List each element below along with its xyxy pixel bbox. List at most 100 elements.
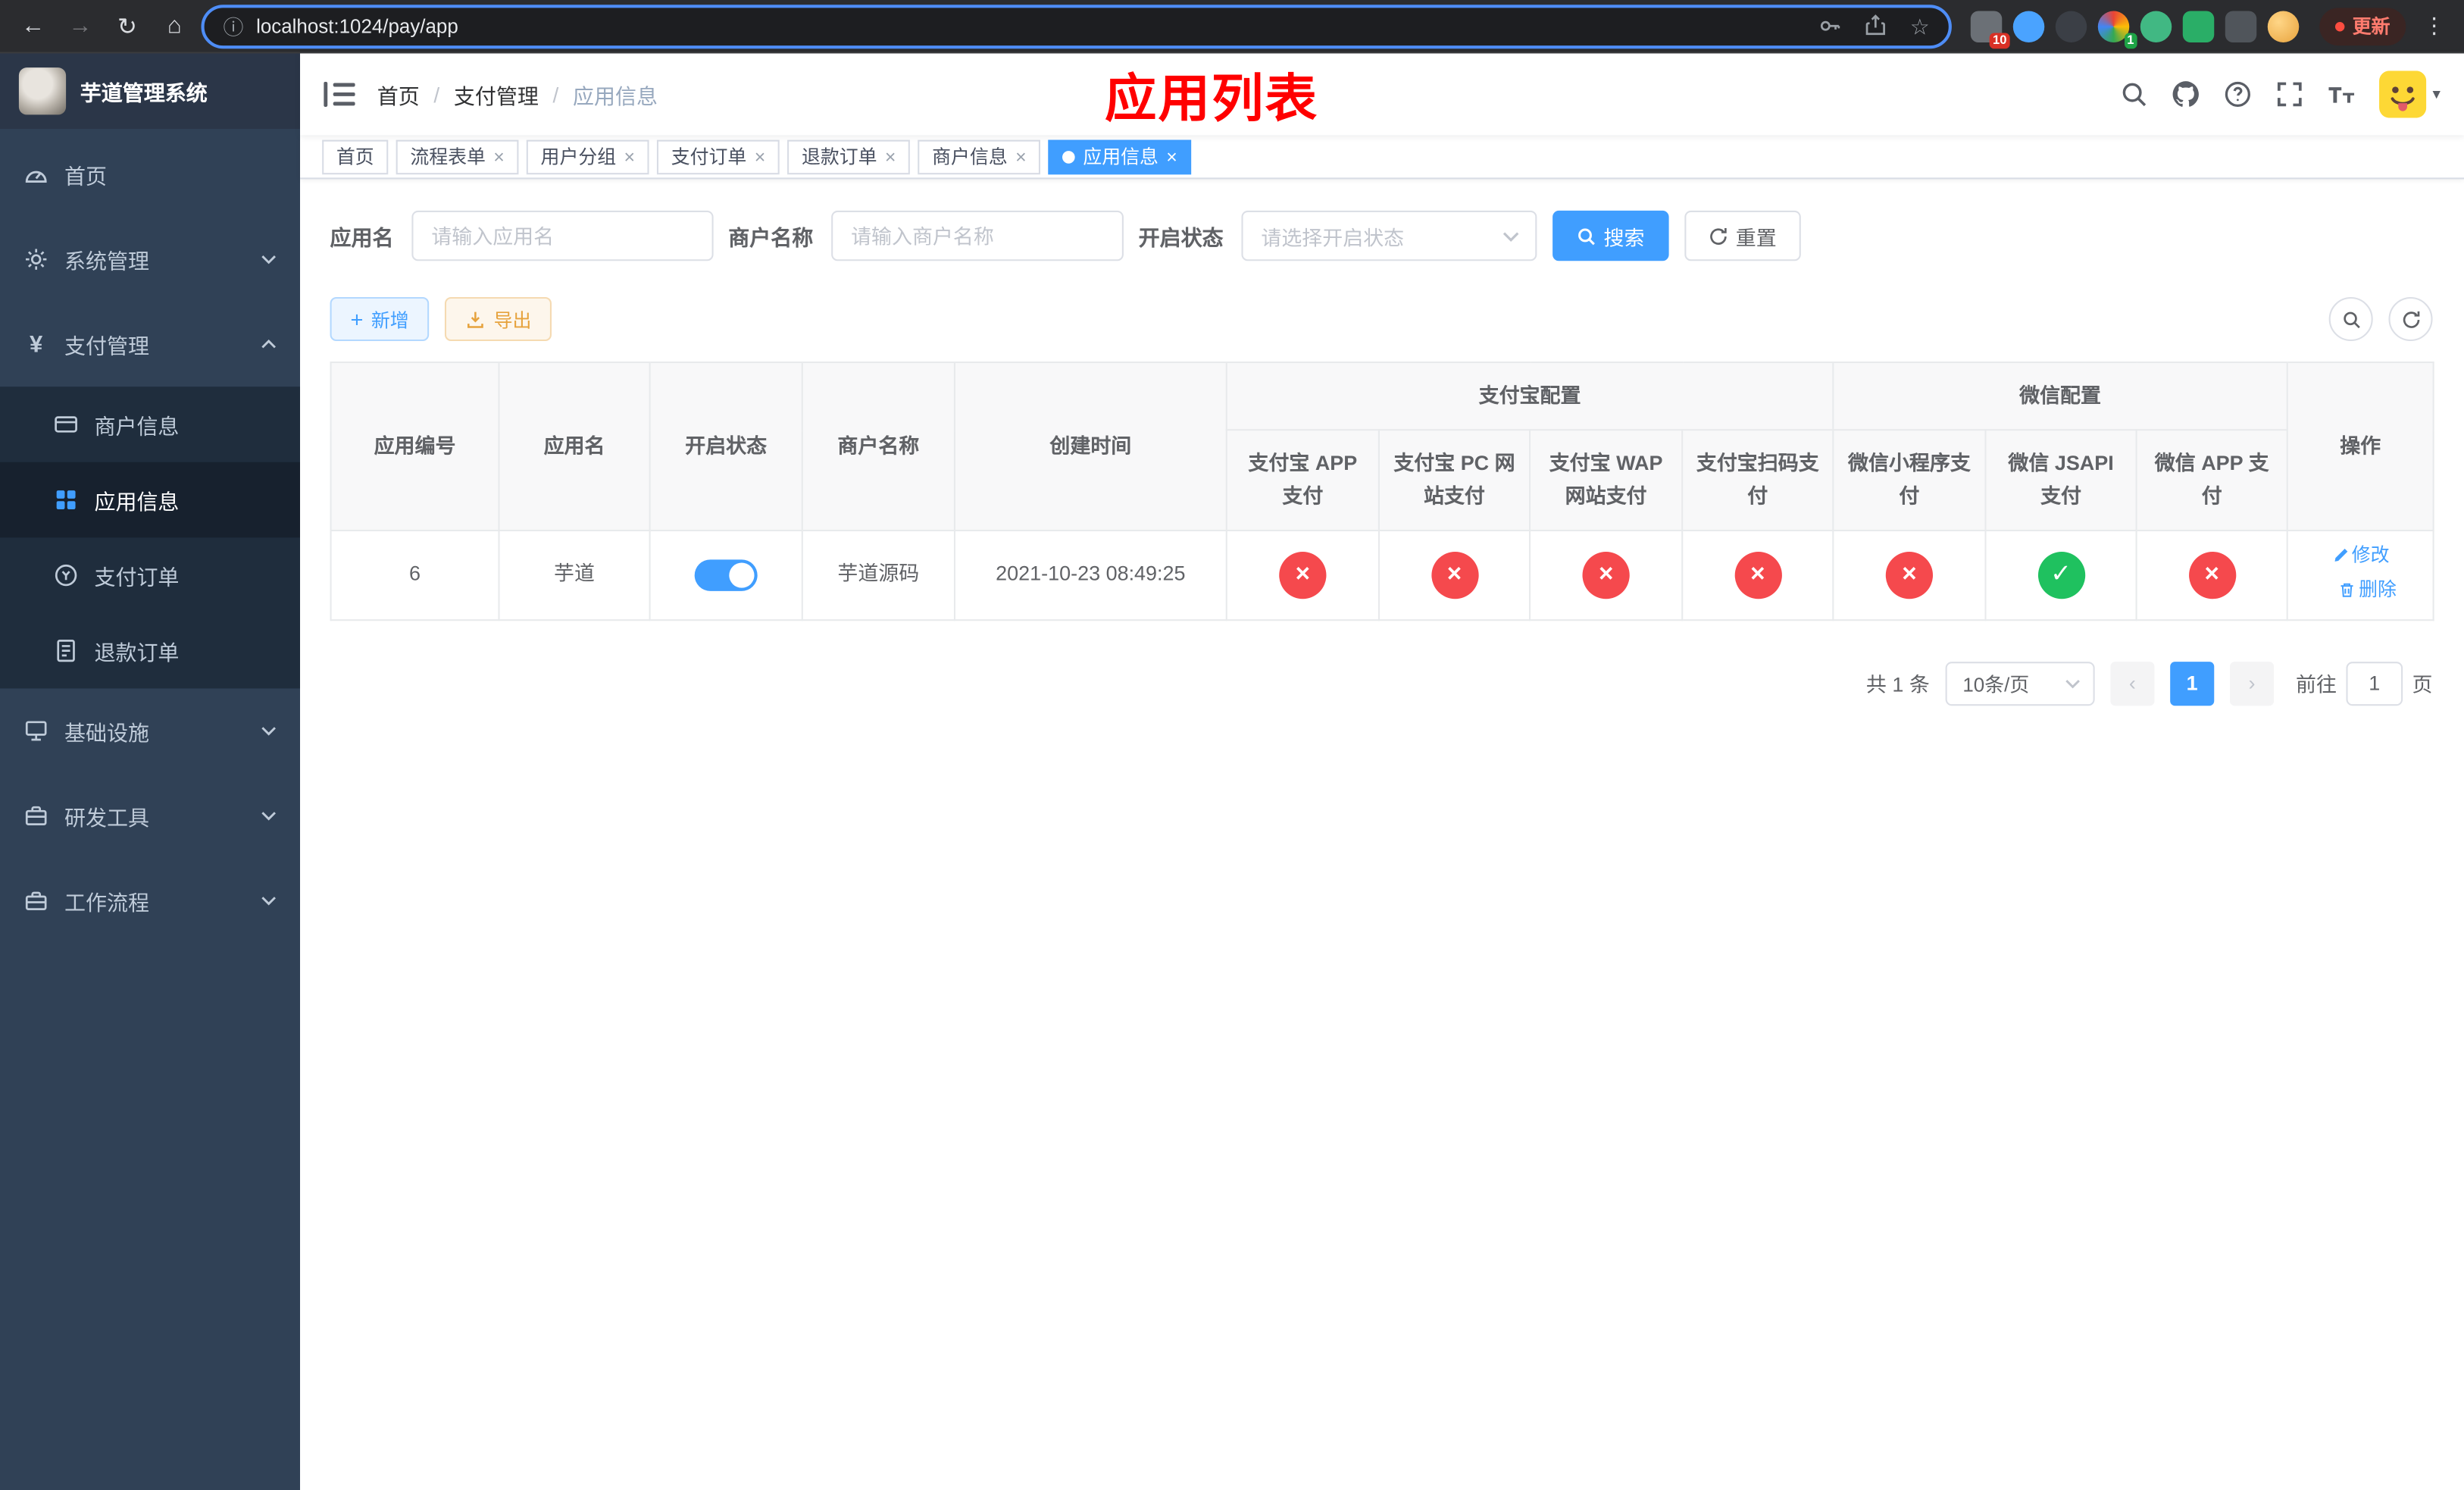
refresh-table-button[interactable] xyxy=(2388,296,2433,342)
breadcrumb-home[interactable]: 首页 xyxy=(377,79,420,110)
sidebar-item-app-info[interactable]: 应用信息 xyxy=(0,462,301,538)
sidebar-item-payment[interactable]: ¥ 支付管理 xyxy=(0,302,300,387)
sidebar-item-workflow[interactable]: 工作流程 xyxy=(0,858,300,943)
browser-profile-avatar[interactable] xyxy=(2267,10,2300,42)
browser-reload-icon[interactable]: ↻ xyxy=(107,5,148,46)
col-alipay-app: 支付宝 APP 支付 xyxy=(1225,429,1380,532)
delete-link[interactable]: 删除 xyxy=(2338,575,2397,606)
sidebar-item-home[interactable]: 首页 xyxy=(0,132,300,217)
sidebar-item-merchant-info[interactable]: 商户信息 xyxy=(0,387,300,462)
tab-pay-order[interactable]: 支付订单 × xyxy=(657,139,780,174)
tab-close-icon[interactable]: × xyxy=(885,147,896,166)
search-icon[interactable] xyxy=(2120,80,2148,108)
app-name-input[interactable] xyxy=(411,210,713,261)
navbar-tools: ▾ xyxy=(2120,70,2441,118)
goto-unit: 页 xyxy=(2412,673,2433,697)
status-select-placeholder: 请选择开启状态 xyxy=(1261,225,1405,249)
sidebar-item-dev-tools[interactable]: 研发工具 xyxy=(0,773,300,858)
export-button[interactable]: 导出 xyxy=(445,296,552,342)
sidebar-item-pay-order[interactable]: 支付订单 xyxy=(0,537,300,613)
col-status: 开启状态 xyxy=(649,362,803,532)
browser-menu-icon[interactable]: ⋮ xyxy=(2417,13,2452,39)
update-dot-icon xyxy=(2334,20,2345,31)
goto-label: 前往 xyxy=(2296,673,2337,697)
status-label: 开启状态 xyxy=(1138,226,1224,250)
extension-icon-3[interactable] xyxy=(2055,10,2087,42)
browser-update-button[interactable]: 更新 xyxy=(2319,7,2406,45)
sidebar-fold-icon[interactable] xyxy=(324,81,355,108)
merchant-name-input[interactable] xyxy=(830,210,1123,261)
tab-close-icon[interactable]: × xyxy=(624,147,636,166)
site-info-icon[interactable]: ⓘ xyxy=(224,11,244,41)
goto-page-input[interactable] xyxy=(2346,661,2403,706)
chevron-down-icon xyxy=(261,897,276,906)
extension-icon-7[interactable] xyxy=(2225,10,2257,42)
fullscreen-icon[interactable] xyxy=(2275,80,2303,108)
tab-close-icon[interactable]: × xyxy=(755,147,766,166)
plus-icon: + xyxy=(350,306,364,332)
tab-home[interactable]: 首页 xyxy=(322,139,389,174)
browser-home-icon[interactable]: ⌂ xyxy=(154,5,195,46)
user-menu[interactable]: ▾ xyxy=(2378,70,2441,118)
github-icon[interactable] xyxy=(2172,80,2200,108)
col-app-id: 应用编号 xyxy=(330,362,500,532)
share-icon[interactable] xyxy=(1865,14,1888,38)
cell-merchant-name: 芋道源码 xyxy=(801,529,955,621)
col-group-alipay: 支付宝配置 xyxy=(1225,362,1834,431)
bookmark-star-icon[interactable]: ☆ xyxy=(1910,15,1930,37)
browser-back-icon[interactable]: ← xyxy=(13,5,54,46)
tab-close-icon[interactable]: × xyxy=(1015,147,1027,166)
reset-button[interactable]: 重置 xyxy=(1684,210,1800,261)
tab-refund-order[interactable]: 退款订单 × xyxy=(787,139,911,174)
edit-link[interactable]: 修改 xyxy=(2331,540,2390,571)
extension-icon-5[interactable] xyxy=(2140,10,2172,42)
app-title: 芋道管理系统 xyxy=(80,81,208,105)
page-title-annotation: 应用列表 xyxy=(1105,69,1319,127)
password-key-icon[interactable] xyxy=(1818,14,1842,38)
sidebar-item-infrastructure[interactable]: 基础设施 xyxy=(0,688,300,773)
extension-badge: 10 xyxy=(1989,32,2010,49)
alipay-scan-status-icon: × xyxy=(1734,551,1781,599)
sidebar-item-system[interactable]: 系统管理 xyxy=(0,217,300,302)
page-size-select[interactable]: 10条/页 xyxy=(1945,661,2095,706)
alipay-app-status-icon: × xyxy=(1279,551,1327,599)
font-size-icon[interactable] xyxy=(2328,80,2356,108)
tab-user-group[interactable]: 用户分组 × xyxy=(526,139,649,174)
prev-page-button[interactable]: ‹ xyxy=(2110,661,2155,706)
extension-icon-6[interactable] xyxy=(2182,10,2215,42)
search-button[interactable]: 搜索 xyxy=(1552,210,1668,261)
infrastructure-icon xyxy=(25,721,47,741)
app-logo-row[interactable]: 芋道管理系统 xyxy=(0,53,301,130)
tab-merchant-info[interactable]: 商户信息 × xyxy=(918,139,1041,174)
status-select[interactable]: 请选择开启状态 xyxy=(1240,210,1537,261)
cell-create-time: 2021-10-23 08:49:25 xyxy=(953,529,1227,621)
merchant-name-label: 商户名称 xyxy=(728,226,814,250)
tab-app-info[interactable]: 应用信息 × xyxy=(1048,139,1192,174)
help-icon[interactable] xyxy=(2224,80,2252,108)
tab-close-icon[interactable]: × xyxy=(1166,147,1177,166)
browser-address-bar[interactable]: ⓘ localhost:1024/pay/app ☆ xyxy=(201,4,1952,49)
chevron-down-icon xyxy=(261,255,276,265)
caret-down-icon: ▾ xyxy=(2432,86,2441,103)
sidebar-item-refund-order[interactable]: 退款订单 xyxy=(0,613,300,689)
browser-chrome: ← → ↻ ⌂ ⓘ localhost:1024/pay/app ☆ 10 1 xyxy=(0,0,2464,54)
browser-forward-icon[interactable]: → xyxy=(60,5,101,46)
extension-icon-2[interactable] xyxy=(2012,10,2045,42)
toggle-search-button[interactable] xyxy=(2328,296,2373,342)
extension-icon-1[interactable]: 10 xyxy=(1970,10,2010,49)
breadcrumb-payment[interactable]: 支付管理 xyxy=(454,79,539,110)
status-toggle[interactable] xyxy=(694,559,758,591)
top-navbar: 首页 / 支付管理 / 应用信息 应用列表 ▾ xyxy=(300,53,2464,136)
add-button[interactable]: + 新增 xyxy=(330,296,430,342)
tab-close-icon[interactable]: × xyxy=(493,147,505,166)
credit-card-icon xyxy=(55,416,77,433)
page-number-button[interactable]: 1 xyxy=(2170,661,2215,706)
next-page-button[interactable]: › xyxy=(2229,661,2275,706)
toolbox-icon xyxy=(25,806,47,825)
pagination: 共 1 条 10条/页 ‹ 1 › 前往 页 xyxy=(330,661,2433,706)
chevron-up-icon xyxy=(261,340,276,349)
page-content: 应用名 商户名称 开启状态 请选择开启状态 搜索 重置 xyxy=(300,179,2464,1490)
extension-icon-4[interactable]: 1 xyxy=(2097,10,2137,49)
col-wechat-jsapi: 微信 JSAPI 支付 xyxy=(1984,429,2137,532)
tab-process-form[interactable]: 流程表单 × xyxy=(396,139,519,174)
